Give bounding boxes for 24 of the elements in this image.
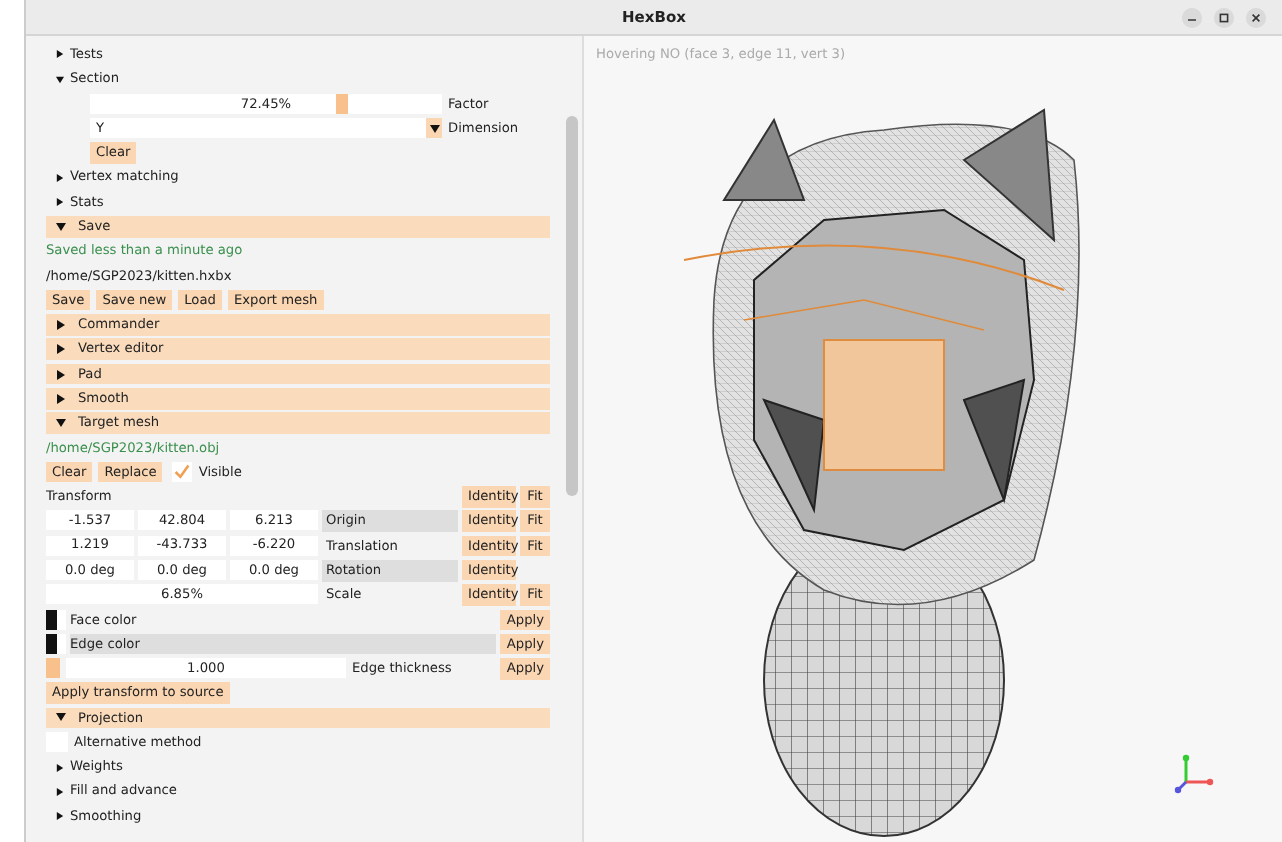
checkbox[interactable] [172, 462, 193, 483]
expanded-triangle-icon[interactable] [56, 712, 66, 723]
slider-thumb[interactable] [336, 93, 349, 114]
expanded-triangle-icon[interactable] [56, 75, 64, 84]
collapsed-triangle-icon[interactable] [56, 198, 64, 207]
collapsed-triangle-icon[interactable] [56, 344, 66, 355]
collapsed-triangle-icon[interactable] [56, 173, 64, 182]
color-swatch[interactable] [46, 634, 66, 655]
collapsed-triangle-icon[interactable] [56, 393, 66, 404]
color-swatch[interactable] [46, 609, 66, 630]
collapsed-triangle-icon[interactable] [56, 812, 64, 821]
collapsed-triangle-icon[interactable] [56, 50, 64, 59]
collapsed-triangle-icon[interactable] [56, 369, 66, 379]
scrollbar-thumb[interactable] [566, 116, 578, 496]
expanded-triangle-icon[interactable] [56, 418, 66, 429]
color-swatch[interactable] [46, 658, 60, 679]
close-icon[interactable] [1246, 8, 1266, 28]
expanded-triangle-icon[interactable] [56, 221, 66, 232]
axis-gizmo-icon [1172, 752, 1216, 796]
collapsed-triangle-icon[interactable] [56, 763, 64, 771]
collapsed-triangle-icon[interactable] [56, 787, 64, 796]
collapsed-triangle-icon[interactable] [56, 319, 66, 330]
maximize-icon[interactable] [1214, 8, 1234, 28]
dropdown-arrow-icon[interactable] [426, 118, 442, 139]
